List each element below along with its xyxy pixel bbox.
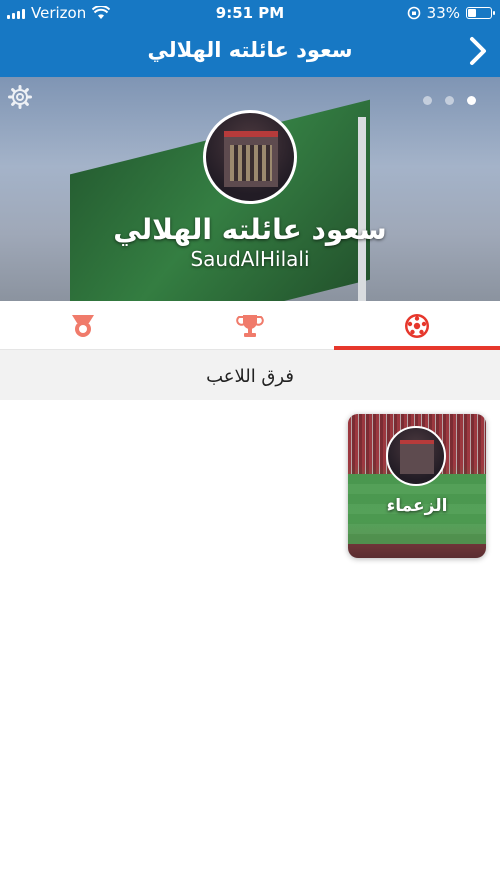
profile-header: سعود عائلته الهلالي SaudAlHilali <box>0 77 500 301</box>
page-dot-active[interactable] <box>467 96 476 105</box>
section-title: فرق اللاعب <box>206 366 294 387</box>
flag-pole <box>358 117 366 301</box>
status-bar: Verizon 9:51 PM 33% <box>0 0 500 26</box>
profile-username: SaudAlHilali <box>190 247 310 271</box>
team-logo <box>386 426 446 486</box>
section-header: فرق اللاعب <box>0 350 500 400</box>
page-title: سعود عائلته الهلالي <box>147 38 353 62</box>
profile-display-name: سعود عائلته الهلالي <box>113 213 387 246</box>
orientation-lock-icon <box>407 6 420 20</box>
page-dot[interactable] <box>445 96 454 105</box>
team-card[interactable]: الزعماء <box>348 414 486 558</box>
team-name: الزعماء <box>386 496 448 516</box>
tab-teams[interactable] <box>334 301 500 350</box>
team-logo-image <box>400 440 434 474</box>
trophy-icon <box>236 314 264 337</box>
gear-icon[interactable] <box>8 85 32 109</box>
page-dot[interactable] <box>423 96 432 105</box>
chevron-right-icon[interactable] <box>466 36 490 66</box>
medal-icon <box>72 314 94 337</box>
battery-icon <box>466 7 495 19</box>
football-icon <box>405 313 429 338</box>
battery-percent: 33% <box>426 4 460 22</box>
page-indicator <box>423 96 476 105</box>
tab-bar <box>0 301 500 350</box>
avatar[interactable] <box>203 110 297 204</box>
tab-medals[interactable] <box>0 301 166 350</box>
nav-bar: سعود عائلته الهلالي <box>0 26 500 77</box>
battery-fill <box>468 9 476 17</box>
avatar-stadium-image <box>224 131 278 187</box>
tab-trophies[interactable] <box>167 301 333 350</box>
